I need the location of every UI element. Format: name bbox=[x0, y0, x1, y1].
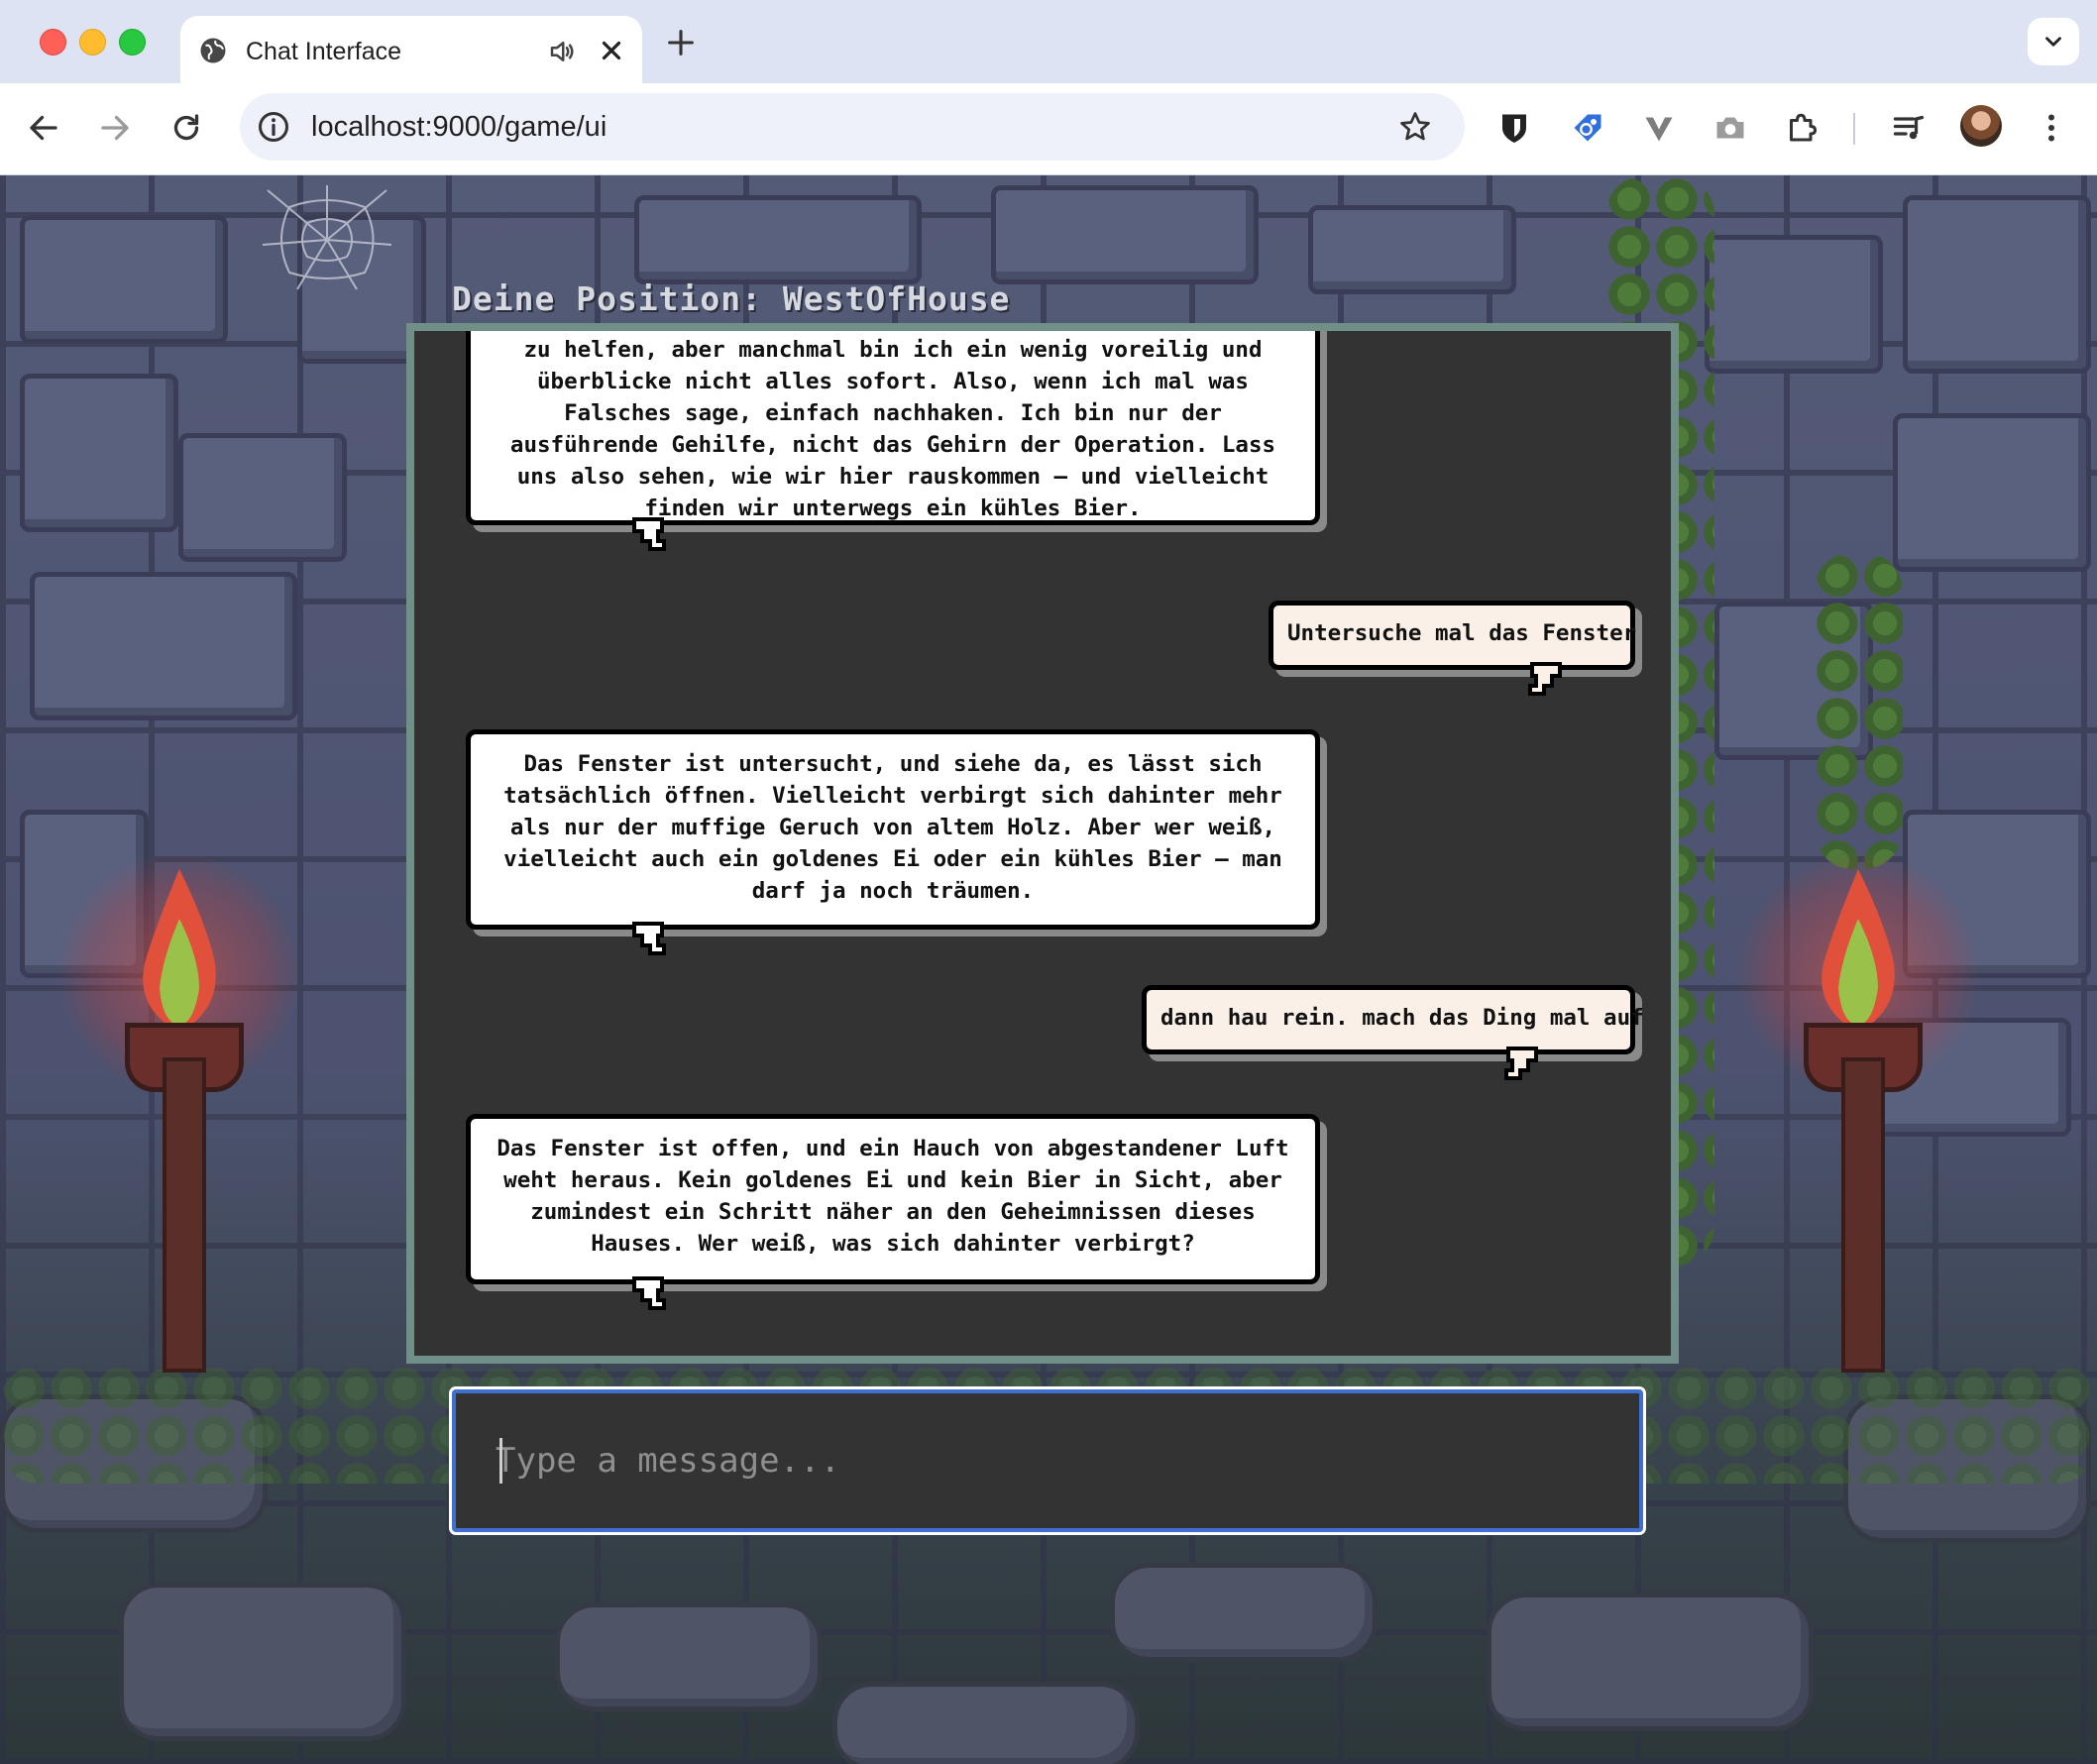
vimeo-extension-icon[interactable] bbox=[1641, 110, 1677, 146]
torch-right bbox=[1734, 810, 1982, 1373]
speech-tail-icon bbox=[1504, 1047, 1538, 1080]
browser-tab-active[interactable]: Chat Interface bbox=[180, 16, 642, 83]
plus-icon[interactable] bbox=[664, 26, 698, 59]
forward-arrow-icon[interactable] bbox=[97, 110, 133, 146]
user-message-bubble: Untersuche mal das Fenster bbox=[1269, 601, 1637, 670]
floor-stone bbox=[1487, 1593, 1814, 1731]
media-queue-icon[interactable] bbox=[1891, 110, 1927, 146]
window-minimize-button[interactable] bbox=[79, 29, 106, 55]
message-text: Untersuche mal das Fenster bbox=[1287, 620, 1637, 646]
bitwarden-icon[interactable] bbox=[1496, 110, 1532, 146]
assistant-message-bubble: Das Fenster ist untersucht, und siehe da… bbox=[466, 729, 1320, 930]
browser-toolbar: localhost:9000/game/ui bbox=[0, 83, 2097, 175]
message-text: zu helfen, aber manchmal bin ich ein wen… bbox=[509, 337, 1276, 521]
browser-tab-strip: Chat Interface bbox=[0, 0, 2097, 83]
speech-tail-icon bbox=[632, 517, 666, 551]
flame-icon bbox=[143, 869, 216, 1033]
wall-stone bbox=[178, 433, 347, 562]
puzzle-extensions-icon[interactable] bbox=[1784, 110, 1820, 146]
close-icon[interactable] bbox=[597, 36, 626, 65]
wall-stone bbox=[20, 374, 178, 532]
cobweb-icon bbox=[262, 185, 392, 290]
toolbar-divider bbox=[1853, 113, 1855, 145]
tab-search-button[interactable] bbox=[2028, 18, 2079, 65]
speech-tail-icon bbox=[1528, 662, 1562, 696]
floor-stone bbox=[1110, 1563, 1378, 1662]
window-maximize-button[interactable] bbox=[119, 29, 146, 55]
flame-icon bbox=[1821, 869, 1895, 1033]
message-text: dann hau rein. mach das Ding mal auf bbox=[1160, 1005, 1644, 1031]
message-text: Das Fenster ist offen, und ein Hauch von… bbox=[497, 1136, 1289, 1257]
floor-stone bbox=[119, 1583, 406, 1741]
address-bar[interactable]: localhost:9000/game/ui bbox=[240, 93, 1465, 161]
speech-tail-icon bbox=[632, 922, 666, 955]
site-info-icon[interactable] bbox=[256, 109, 291, 145]
profile-avatar[interactable] bbox=[1960, 105, 2002, 147]
reload-icon[interactable] bbox=[168, 110, 204, 146]
user-message-bubble: dann hau rein. mach das Ding mal auf bbox=[1142, 985, 1644, 1054]
message-input[interactable] bbox=[452, 1389, 1643, 1532]
floor-stone bbox=[832, 1682, 1140, 1764]
player-position-title: Deine Position: WestOfHouse bbox=[452, 279, 1011, 318]
wall-stone bbox=[20, 215, 228, 344]
assistant-message-bubble: Das Fenster ist offen, und ein Hauch von… bbox=[466, 1114, 1320, 1284]
torch-left bbox=[55, 810, 303, 1373]
chevron-down-icon bbox=[2045, 37, 2061, 47]
wall-stone bbox=[634, 195, 922, 284]
back-arrow-icon[interactable] bbox=[26, 110, 61, 146]
wall-stone bbox=[991, 185, 1259, 284]
wall-stone bbox=[1903, 195, 2091, 374]
speaker-icon[interactable] bbox=[547, 37, 577, 66]
assistant-message-bubble: zu helfen, aber manchmal bin ich ein wen… bbox=[466, 331, 1320, 525]
message-text: Das Fenster ist untersucht, und siehe da… bbox=[503, 751, 1282, 904]
wall-stone bbox=[1308, 205, 1516, 294]
wall-stone bbox=[30, 572, 297, 720]
url-text: localhost:9000/game/ui bbox=[311, 111, 607, 143]
tab-title: Chat Interface bbox=[246, 38, 402, 65]
wall-stone bbox=[1705, 235, 1883, 374]
kebab-menu-icon[interactable] bbox=[2034, 110, 2069, 146]
speech-tail-icon bbox=[632, 1276, 666, 1310]
camera-extension-icon[interactable] bbox=[1712, 110, 1748, 146]
window-close-button[interactable] bbox=[40, 29, 66, 55]
text-caret bbox=[499, 1438, 502, 1484]
wall-stone bbox=[1893, 413, 2091, 572]
tag-extension-icon[interactable] bbox=[1570, 110, 1605, 146]
floor-stone bbox=[555, 1602, 823, 1711]
bookmark-star-icon[interactable] bbox=[1397, 109, 1433, 145]
globe-icon bbox=[200, 38, 226, 63]
chat-messages-panel[interactable]: zu helfen, aber manchmal bin ich ein wen… bbox=[406, 323, 1679, 1364]
